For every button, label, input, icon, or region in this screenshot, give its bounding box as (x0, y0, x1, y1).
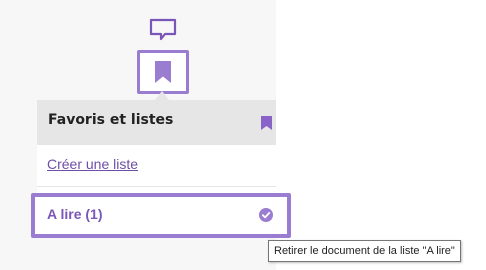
panel-title: Favoris et listes (48, 112, 174, 128)
list-item-a-lire[interactable]: A lire (1) (31, 193, 291, 238)
comment-button[interactable] (149, 18, 177, 42)
bookmark-button[interactable] (137, 50, 189, 94)
panel-header: Favoris et listes (37, 100, 276, 145)
bookmark-icon (261, 116, 272, 130)
list-item-label: A lire (1) (47, 206, 103, 222)
divider (37, 186, 276, 187)
bookmark-icon (155, 61, 171, 83)
popover-caret (155, 91, 169, 100)
speech-bubble-icon (149, 18, 177, 41)
create-list-link[interactable]: Créer une liste (47, 156, 138, 172)
tooltip: Retirer le document de la liste "A lire" (268, 240, 461, 262)
check-circle-icon (259, 208, 273, 222)
